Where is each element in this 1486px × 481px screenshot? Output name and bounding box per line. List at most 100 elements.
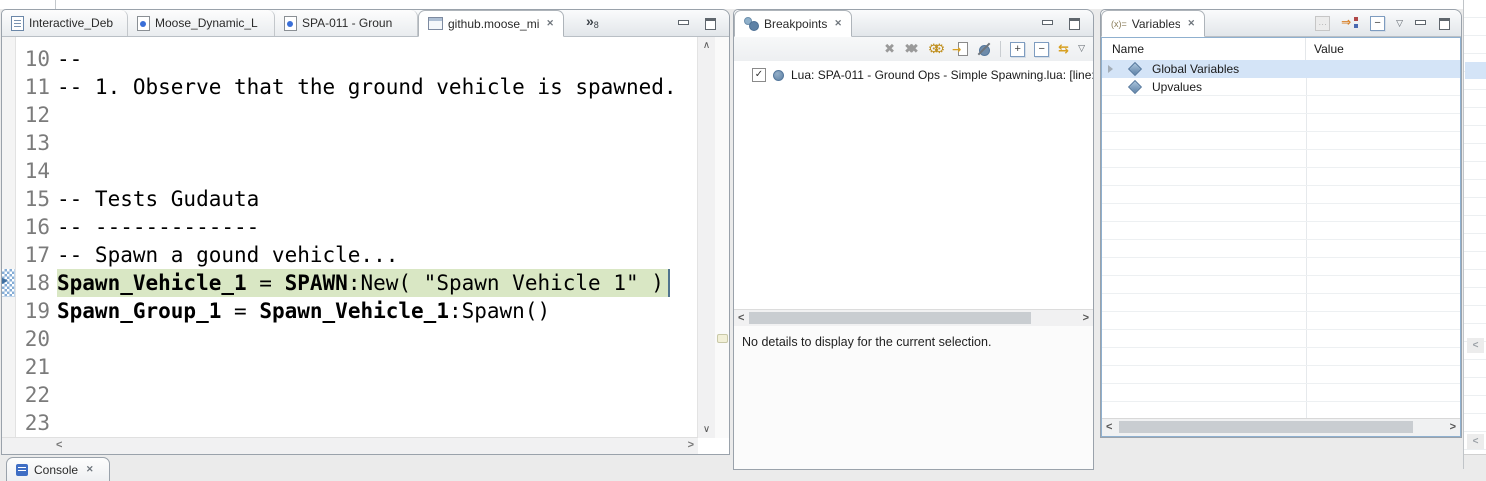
empty-row (1102, 384, 1460, 402)
empty-row (1102, 402, 1460, 419)
code-line[interactable]: -- Spawn a gound vehicle... (57, 241, 697, 269)
tab-console[interactable]: Console ✕ (6, 457, 110, 481)
scrollbar-thumb[interactable] (749, 312, 1031, 324)
interactive-console-icon (11, 16, 24, 31)
variable-row[interactable]: Global Variables (1102, 60, 1460, 78)
skip-all-breakpoints-icon[interactable] (977, 42, 991, 56)
code-line[interactable] (57, 325, 697, 353)
remove-breakpoint-icon[interactable]: ✖ (884, 43, 895, 56)
scroll-up-icon[interactable]: ∧ (698, 40, 715, 51)
variables-horizontal-scrollbar[interactable]: < > (1102, 418, 1460, 436)
code-line[interactable] (57, 129, 697, 157)
column-header-name[interactable]: Name (1102, 38, 1306, 60)
code-line[interactable]: Spawn_Vehicle_1 = SPAWN:New( "Spawn Vehi… (57, 269, 697, 297)
show-supported-breakpoints-icon[interactable]: ⚙⚙ (928, 43, 945, 56)
view-menu-icon[interactable]: ▽ (1078, 44, 1085, 54)
maximize-button[interactable] (1438, 18, 1451, 30)
editor-tab-strip: Interactive_Deb Moose_Dynamic_L SPA-011 … (2, 10, 729, 37)
column-header-value[interactable]: Value (1306, 42, 1344, 56)
line-number: 19 (16, 297, 50, 325)
empty-row (1102, 114, 1460, 132)
code-token: SPAWN (285, 271, 348, 295)
variables-window: (x)= Variables ✕ … − ▽ Name Value Global… (1100, 9, 1462, 438)
close-tab-icon[interactable]: ✕ (86, 464, 94, 475)
remove-all-breakpoints-icon[interactable]: ✖✖ (904, 43, 919, 56)
table-row-fragment (1464, 306, 1486, 324)
code-line[interactable] (57, 101, 697, 129)
code-line[interactable]: -- (57, 45, 697, 73)
overview-ruler[interactable] (715, 37, 729, 438)
scroll-right-icon[interactable]: > (1450, 421, 1456, 433)
code-line[interactable]: -- Tests Gudauta (57, 185, 697, 213)
table-row-fragment (1464, 252, 1486, 270)
show-logical-structure-icon[interactable] (1341, 16, 1359, 30)
breakpoint-checkbox[interactable]: ✓ (752, 68, 766, 82)
scrollbar-thumb[interactable] (1119, 421, 1413, 433)
scroll-left-icon[interactable]: < (1467, 338, 1484, 353)
scroll-right-icon[interactable]: > (1083, 312, 1089, 324)
tab-moose-dynamic[interactable]: Moose_Dynamic_L (128, 10, 275, 36)
minimize-button[interactable] (677, 18, 690, 30)
tab-variables-active[interactable]: (x)= Variables ✕ (1101, 10, 1205, 37)
variable-row[interactable]: Upvalues (1102, 78, 1460, 96)
code-line[interactable]: -- 1. Observe that the ground vehicle is… (57, 73, 697, 101)
tab-github-moose-active[interactable]: github.moose_mi ✕ (418, 10, 564, 37)
maximize-button[interactable] (1068, 18, 1081, 30)
link-with-debug-icon[interactable]: ⇆ (1058, 43, 1069, 56)
collapse-all-icon[interactable]: − (1034, 42, 1049, 57)
code-token: = (221, 299, 259, 323)
line-number: 15 (16, 185, 50, 213)
variable-name: Upvalues (1152, 80, 1202, 94)
breakpoints-tab-strip: Breakpoints ✕ (734, 10, 1093, 37)
expand-chevron-icon[interactable] (1102, 65, 1118, 73)
top-strip-divider (55, 0, 56, 9)
scroll-down-icon[interactable]: ∨ (698, 424, 715, 435)
close-tab-icon[interactable]: ✕ (1187, 18, 1195, 29)
overview-annotation-marker[interactable] (717, 334, 728, 343)
tab-overflow-indicator[interactable]: » 8 (582, 10, 603, 36)
code-token: :Spawn() (449, 299, 550, 323)
code-line[interactable]: Spawn_Group_1 = Spawn_Vehicle_1:Spawn() (57, 297, 697, 325)
close-tab-icon[interactable]: ✕ (546, 18, 554, 29)
breakpoint-details-pane: No details to display for the current se… (734, 326, 1093, 469)
table-row-fragment (1464, 36, 1486, 54)
code-token: -- (57, 47, 82, 71)
scroll-left-icon[interactable]: < (56, 439, 62, 451)
line-number-gutter[interactable]: 1011121314151617181920212223 (16, 45, 50, 438)
empty-row (1102, 186, 1460, 204)
code-line[interactable]: -- ------------- (57, 213, 697, 241)
tab-label: Console (34, 463, 78, 477)
tab-spa-011[interactable]: SPA-011 - Groun (275, 10, 418, 36)
tab-breakpoints-active[interactable]: Breakpoints ✕ (734, 10, 852, 37)
table-row-fragment (1464, 162, 1486, 180)
tab-interactive-deb[interactable]: Interactive_Deb (2, 10, 128, 36)
scroll-left-icon[interactable]: < (1106, 421, 1112, 433)
scroll-left-icon[interactable]: < (1467, 434, 1484, 449)
minimize-button[interactable] (1414, 18, 1427, 30)
code-line[interactable] (57, 409, 697, 437)
code-token: -- Tests Gudauta (57, 187, 259, 211)
code-line[interactable] (57, 381, 697, 409)
code-area[interactable]: ---- 1. Observe that the ground vehicle … (57, 45, 697, 438)
code-line[interactable] (57, 353, 697, 381)
panel-bottom-fragment (1464, 454, 1486, 469)
scroll-left-icon[interactable]: < (738, 312, 744, 324)
scroll-right-icon[interactable]: > (688, 439, 694, 451)
variable-icon (1128, 61, 1142, 75)
line-number: 14 (16, 157, 50, 185)
expand-all-icon[interactable]: + (1010, 42, 1025, 57)
go-to-file-icon[interactable] (954, 42, 968, 56)
annotation-ruler[interactable] (2, 37, 16, 438)
editor-vertical-scrollbar[interactable]: ∧ ∨ (697, 37, 715, 438)
code-line[interactable] (57, 157, 697, 185)
variables-tab-strip: (x)= Variables ✕ … − ▽ (1101, 10, 1461, 37)
minimize-button[interactable] (1041, 18, 1054, 30)
close-tab-icon[interactable]: ✕ (834, 18, 842, 29)
collapse-all-icon[interactable]: − (1370, 16, 1385, 31)
maximize-button[interactable] (704, 18, 717, 30)
breakpoint-row[interactable]: ✓ Lua: SPA-011 - Ground Ops - Simple Spa… (734, 66, 1093, 84)
empty-row (1102, 132, 1460, 150)
editor-horizontal-scrollbar[interactable]: < > (2, 437, 698, 454)
view-menu-icon[interactable]: ▽ (1396, 19, 1403, 29)
line-number: 20 (16, 325, 50, 353)
